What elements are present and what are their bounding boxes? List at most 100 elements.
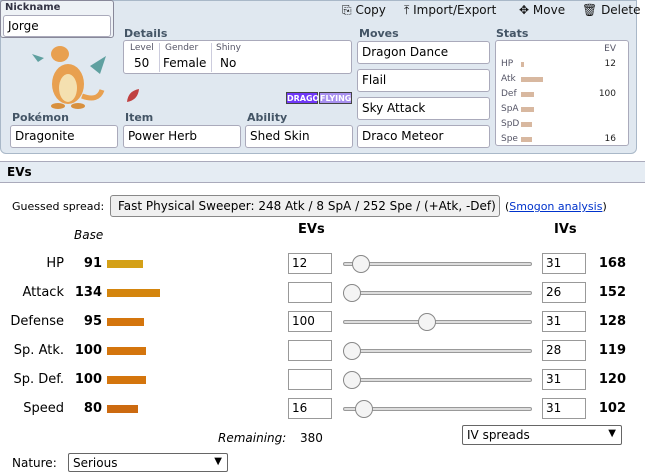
iv-input[interactable]: 28 (542, 340, 586, 361)
smogon-analysis: (Smogon analysis) (505, 200, 607, 213)
stat-base: 80 (83, 401, 102, 416)
stat-total: 168 (598, 256, 626, 271)
stat-base: 91 (83, 256, 102, 271)
stat-row-label: HP (501, 59, 514, 69)
chevron-down-icon: ▼ (608, 428, 616, 439)
nature-select[interactable]: Serious ▼ (68, 453, 228, 472)
shiny-value: No (220, 56, 237, 70)
stat-total: 128 (598, 314, 626, 329)
stat-base: 134 (74, 285, 102, 300)
ev-slider-thumb[interactable] (343, 284, 361, 302)
base-header: Base (74, 228, 104, 242)
move-button[interactable]: ✥ Move (519, 3, 565, 17)
iv-input[interactable]: 31 (542, 369, 586, 390)
stat-row-label: Spe (501, 134, 518, 144)
stat-row-label: SpA (501, 104, 519, 114)
ev-input[interactable]: 100 (288, 311, 332, 332)
smogon-close-paren: ) (602, 200, 607, 213)
move-4-input[interactable]: Draco Meteor (357, 125, 490, 148)
upload-icon: ⤒ (404, 3, 410, 17)
ev-slider[interactable] (343, 378, 532, 382)
iv-input[interactable]: 31 (542, 253, 586, 274)
ev-input[interactable] (288, 369, 332, 390)
stats-label: Stats (496, 27, 529, 40)
stat-name: HP (46, 256, 64, 271)
stat-row-label: Def (501, 89, 517, 99)
import-export-button[interactable]: ⤒ Import/Export (404, 3, 496, 18)
move-1-input[interactable]: Dragon Dance (357, 41, 490, 64)
ability-label: Ability (247, 111, 288, 124)
details-box[interactable]: Level 50 Gender Female Shiny No (123, 40, 352, 74)
ev-slider[interactable] (343, 262, 532, 266)
base-stat-bar (107, 260, 143, 268)
base-stat-bar (107, 405, 138, 413)
stat-name: Sp. Def. (13, 372, 64, 387)
move-3-input[interactable]: Sky Attack (357, 97, 490, 120)
ev-slider[interactable] (343, 291, 532, 295)
ev-input[interactable]: 16 (288, 398, 332, 419)
ev-slider-thumb[interactable] (352, 255, 370, 273)
stat-name: Defense (10, 314, 64, 329)
stat-row-bar (521, 92, 534, 97)
stat-base: 100 (74, 372, 102, 387)
stat-row-ev: 100 (598, 89, 616, 99)
ev-slider-thumb[interactable] (343, 342, 361, 360)
trash-icon: 🗑 (582, 3, 598, 17)
stat-row-bar (521, 137, 532, 142)
base-stat-bar (107, 289, 160, 297)
stat-row-bar (521, 122, 532, 127)
ev-input[interactable] (288, 340, 332, 361)
stat-total: 119 (598, 343, 626, 358)
delete-label: Delete (601, 3, 641, 17)
power-herb-item-icon (127, 89, 139, 102)
pokemon-label: Pokémon (12, 111, 69, 124)
ev-slider-thumb[interactable] (355, 400, 373, 418)
guessed-spread-button[interactable]: Fast Physical Sweeper: 248 Atk / 8 SpA /… (110, 195, 500, 217)
stat-row-ev: 16 (604, 134, 616, 144)
item-label: Item (125, 111, 154, 124)
item-input[interactable]: Power Herb (123, 125, 241, 148)
type-badge-dragon: DRAGON (286, 92, 327, 104)
ivs-header: IVs (554, 222, 577, 237)
copy-button[interactable]: ⎘ Copy (342, 3, 386, 18)
stats-summary-box[interactable]: EV HP 12 Atk Def 100 SpA SpD Spe 16 (495, 40, 629, 146)
iv-spreads-value: IV spreads (467, 428, 530, 442)
evs-section-header: EVs (0, 161, 645, 183)
details-divider (211, 43, 212, 72)
nickname-box: Nickname Jorge (0, 0, 114, 38)
pokemon-input[interactable]: Dragonite (10, 125, 118, 148)
nickname-label: Nickname (5, 2, 61, 13)
evs-section-title: EVs (7, 165, 32, 179)
delete-button[interactable]: 🗑 Delete (582, 3, 641, 17)
stat-name: Attack (22, 285, 64, 300)
iv-spreads-select[interactable]: IV spreads ▼ (462, 425, 622, 445)
iv-input[interactable]: 31 (542, 311, 586, 332)
ev-slider[interactable] (343, 349, 532, 353)
ev-slider[interactable] (343, 320, 532, 324)
gender-value: Female (163, 56, 207, 70)
remaining-label: Remaining: (218, 431, 287, 445)
ability-input[interactable]: Shed Skin (245, 125, 353, 148)
chevron-down-icon: ▼ (214, 456, 222, 467)
moves-label: Moves (359, 27, 399, 40)
stats-ev-header: EV (604, 44, 616, 54)
move-2-input[interactable]: Flail (357, 69, 490, 92)
stat-total: 120 (598, 372, 626, 387)
smogon-analysis-link[interactable]: Smogon analysis (509, 200, 602, 213)
ev-input[interactable] (288, 282, 332, 303)
iv-input[interactable]: 26 (542, 282, 586, 303)
iv-input[interactable]: 31 (542, 398, 586, 419)
stat-name: Sp. Atk. (13, 343, 64, 358)
stat-row-label: SpD (501, 119, 520, 129)
shiny-label: Shiny (216, 43, 241, 53)
pokemon-sprite (32, 46, 106, 109)
ev-slider-thumb[interactable] (418, 313, 436, 331)
ev-slider-thumb[interactable] (343, 371, 361, 389)
ev-input[interactable]: 12 (288, 253, 332, 274)
details-label: Details (124, 27, 168, 40)
stat-base: 95 (83, 314, 102, 329)
nickname-input[interactable]: Jorge (3, 15, 111, 37)
nature-label: Nature: (12, 456, 57, 470)
gender-label: Gender (165, 43, 199, 53)
guessed-spread-label: Guessed spread: (12, 200, 105, 213)
